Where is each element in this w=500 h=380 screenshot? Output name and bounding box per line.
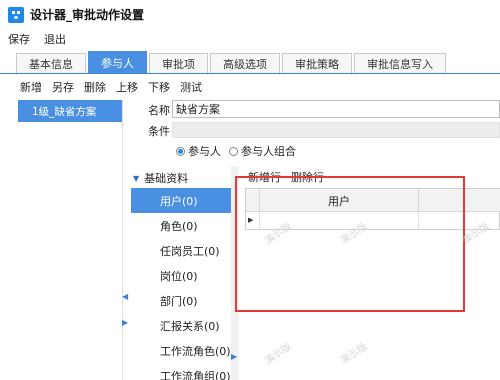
scheme-item-default[interactable]: 1级_缺省方案 [18,100,122,122]
radio-participant-group[interactable]: 参与人组合 [229,143,296,159]
splitter[interactable] [231,166,239,380]
delete-button[interactable]: 删除 [84,79,106,95]
window-title: 设计器_审批动作设置 [30,8,145,22]
move-down-button[interactable]: 下移 [148,79,170,95]
test-button[interactable]: 测试 [180,79,202,95]
exit-menu-item[interactable]: 退出 [44,31,66,47]
tab-participants[interactable]: 参与人 [88,51,147,73]
grid-toolbar: 新增行 删除行 [248,169,324,185]
category-item-employee[interactable]: 任岗员工(0) [131,238,231,263]
move-up-button[interactable]: 上移 [116,79,138,95]
category-header[interactable]: ▼ 基础资料 [133,169,188,187]
user-grid: 用户 ▶ [245,188,500,230]
radio-unselected-icon [229,146,238,156]
condition-input[interactable] [172,122,500,138]
save-as-button[interactable]: 另存 [52,79,74,95]
tab-basic-info[interactable]: 基本信息 [16,53,86,73]
condition-label: 条件 [148,125,170,138]
column-header-user[interactable]: 用户 [259,189,419,212]
table-row[interactable]: ▶ [246,212,500,229]
watermark-text: 演示版 [262,341,294,368]
grid-cell-user[interactable] [259,212,419,229]
radio-participant-label: 参与人 [188,145,221,158]
category-item-role[interactable]: 角色(0) [131,213,231,238]
splitter-expand-icon[interactable]: ▶ [231,352,237,361]
add-row-button[interactable]: 新增行 [248,169,281,185]
tab-strip: 基本信息 参与人 审批项 高级选项 审批策略 审批信息写入 [0,51,500,74]
category-item-department[interactable]: 部门(0) [131,288,231,313]
add-button[interactable]: 新增 [20,79,42,95]
category-item-workflow-role[interactable]: 工作流角色(0) [131,338,231,363]
category-item-report-relation[interactable]: 汇报关系(0) [131,313,231,338]
category-header-label: 基础资料 [144,172,189,185]
radio-group-label: 参与人组合 [241,145,296,158]
collapse-left-icon[interactable]: ◀ [122,292,128,301]
name-input[interactable]: 缺省方案 [172,100,500,118]
radio-selected-icon [176,146,185,156]
save-menu-item[interactable]: 保存 [8,31,30,47]
toolbar: 新增 另存 删除 上移 下移 测试 [0,76,500,98]
grid-header: 用户 [246,189,500,212]
tab-advanced-options[interactable]: 高级选项 [210,53,280,73]
designer-icon [8,6,24,23]
category-item-workflow-role-group[interactable]: 工作流角组(0) [131,363,231,380]
name-label: 名称 [148,104,170,117]
radio-participant[interactable]: 参与人 [176,143,221,159]
category-list: 用户(0) 角色(0) 任岗员工(0) 岗位(0) 部门(0) 汇报关系(0) … [131,188,231,380]
scheme-list: 1级_缺省方案 [18,100,123,380]
tab-approval-items[interactable]: 审批项 [149,53,208,73]
delete-row-button[interactable]: 删除行 [291,169,324,185]
tab-approval-info-write[interactable]: 审批信息写入 [354,53,446,73]
menu-bar: 保存 退出 [0,29,500,49]
expand-right-icon[interactable]: ▶ [122,318,128,327]
watermark-text: 演示版 [338,341,370,368]
category-item-user[interactable]: 用户(0) [131,188,231,213]
title-bar: 设计器_审批动作设置 [0,0,500,29]
participant-type-radios: 参与人 参与人组合 [176,143,296,159]
category-item-position[interactable]: 岗位(0) [131,263,231,288]
row-pointer-icon: ▶ [248,216,254,224]
caret-down-icon: ▼ [133,173,140,183]
tab-approval-strategy[interactable]: 审批策略 [282,53,352,73]
